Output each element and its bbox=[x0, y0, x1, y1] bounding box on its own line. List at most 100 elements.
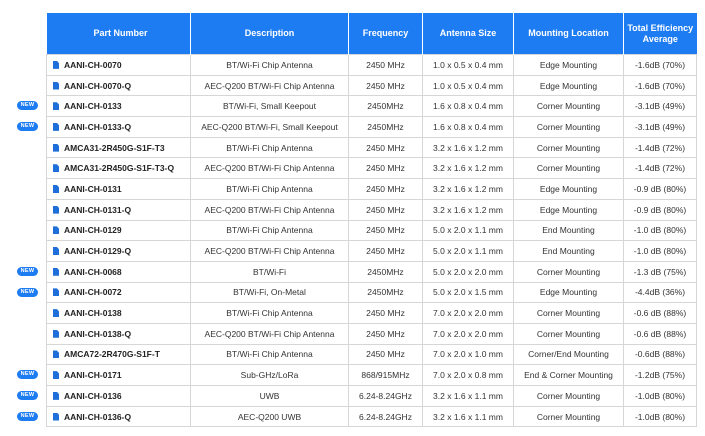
description-cell: AEC-Q200 BT/Wi-Fi, Small Keepout bbox=[190, 116, 349, 138]
mounting-location-cell: Edge Mounting bbox=[513, 281, 624, 304]
header-part-number: Part Number bbox=[46, 13, 191, 55]
antenna-size-cell: 3.2 x 1.6 x 1.2 mm bbox=[422, 157, 514, 180]
efficiency-cell: -3.1dB (49%) bbox=[623, 95, 697, 118]
part-number-cell[interactable]: AANI-CH-0138-Q bbox=[46, 322, 191, 345]
frequency-cell: 2450 MHz bbox=[348, 322, 423, 345]
antenna-size-cell: 5.0 x 2.0 x 1.1 mm bbox=[422, 219, 514, 242]
page: NEW NEW NEW NEW NEW NEW NEW Part Number Descri… bbox=[0, 0, 705, 436]
datasheet-icon[interactable] bbox=[53, 309, 59, 318]
efficiency-cell: -3.1dB (49%) bbox=[623, 116, 697, 138]
frequency-cell: 2450 MHz bbox=[348, 178, 423, 200]
datasheet-icon[interactable] bbox=[53, 350, 59, 359]
part-number-link[interactable]: AANI-CH-0072 bbox=[64, 287, 122, 297]
part-number-cell[interactable]: AANI-CH-0133-Q bbox=[46, 116, 191, 138]
datasheet-icon[interactable] bbox=[53, 205, 59, 214]
new-badge: NEW bbox=[17, 287, 38, 297]
datasheet-icon[interactable] bbox=[53, 122, 59, 131]
part-number-link[interactable]: AANI-CH-0131 bbox=[64, 184, 122, 194]
frequency-cell: 2450 MHz bbox=[348, 157, 423, 180]
header-antenna-size: Antenna Size bbox=[422, 13, 514, 55]
table-row: AANI-CH-0138-Q AEC-Q200 BT/Wi-Fi Chip Ant… bbox=[46, 322, 697, 345]
part-number-link[interactable]: AMCA72-2R470G-S1F-T bbox=[64, 349, 160, 359]
datasheet-icon[interactable] bbox=[53, 391, 59, 400]
frequency-cell: 2450MHz bbox=[348, 95, 423, 118]
antenna-size-cell: 5.0 x 2.0 x 1.1 mm bbox=[422, 240, 514, 262]
part-number-cell[interactable]: AANI-CH-0129-Q bbox=[46, 240, 191, 262]
efficiency-cell: -0.9 dB (80%) bbox=[623, 198, 697, 221]
part-number-cell[interactable]: AMCA31-2R450G-S1F-T3 bbox=[46, 136, 191, 159]
efficiency-cell: -1.6dB (70%) bbox=[623, 54, 697, 76]
part-number-link[interactable]: AMCA31-2R450G-S1F-T3-Q bbox=[64, 163, 174, 173]
table-row: AMCA72-2R470G-S1F-T BT/Wi-Fi Chip Antenna… bbox=[46, 343, 697, 366]
mounting-location-cell: Edge Mounting bbox=[513, 178, 624, 200]
part-number-cell[interactable]: AANI-CH-0070 bbox=[46, 54, 191, 76]
part-number-cell[interactable]: AANI-CH-0131 bbox=[46, 178, 191, 200]
datasheet-icon[interactable] bbox=[53, 412, 59, 421]
part-number-cell[interactable]: AANI-CH-0136 bbox=[46, 385, 191, 407]
antenna-table: Part Number Description Frequency Antenn… bbox=[46, 13, 697, 428]
part-number-link[interactable]: AANI-CH-0070-Q bbox=[64, 81, 131, 91]
efficiency-cell: -1.0 dB (80%) bbox=[623, 219, 697, 242]
part-number-cell[interactable]: AANI-CH-0070-Q bbox=[46, 74, 191, 97]
datasheet-icon[interactable] bbox=[53, 288, 59, 297]
datasheet-icon[interactable] bbox=[53, 247, 59, 256]
table-header: Part Number Description Frequency Antenn… bbox=[46, 13, 697, 55]
datasheet-icon[interactable] bbox=[53, 143, 59, 152]
part-number-link[interactable]: AANI-CH-0068 bbox=[64, 267, 122, 277]
part-number-link[interactable]: AANI-CH-0070 bbox=[64, 60, 122, 70]
description-cell: BT/Wi-Fi Chip Antenna bbox=[190, 54, 349, 76]
datasheet-icon[interactable] bbox=[53, 164, 59, 173]
part-number-link[interactable]: AANI-CH-0171 bbox=[64, 370, 122, 380]
table-row: AANI-CH-0138 BT/Wi-Fi Chip Antenna 2450 MH… bbox=[46, 302, 697, 324]
part-number-link[interactable]: AMCA31-2R450G-S1F-T3 bbox=[64, 143, 165, 153]
part-number-cell[interactable]: AMCA31-2R450G-S1F-T3-Q bbox=[46, 157, 191, 180]
part-number-link[interactable]: AANI-CH-0133-Q bbox=[64, 122, 131, 132]
part-number-cell[interactable]: AANI-CH-0068 bbox=[46, 260, 191, 283]
part-number-link[interactable]: AANI-CH-0133 bbox=[64, 101, 122, 111]
description-cell: BT/Wi-Fi, Small Keepout bbox=[190, 95, 349, 118]
mounting-location-cell: End Mounting bbox=[513, 240, 624, 262]
table-row: AANI-CH-0136 UWB 6.24-8.24GHz 3.2 x 1.6 x 1… bbox=[46, 385, 697, 407]
part-number-link[interactable]: AANI-CH-0136 bbox=[64, 391, 122, 401]
mounting-location-cell: Corner Mounting bbox=[513, 157, 624, 180]
table-row: AMCA31-2R450G-S1F-T3 BT/Wi-Fi Chip Antenn… bbox=[46, 136, 697, 159]
datasheet-icon[interactable] bbox=[53, 226, 59, 235]
efficiency-cell: -1.4dB (72%) bbox=[623, 136, 697, 159]
mounting-location-cell: Corner Mounting bbox=[513, 302, 624, 324]
part-number-link[interactable]: AANI-CH-0138-Q bbox=[64, 329, 131, 339]
part-number-cell[interactable]: AANI-CH-0072 bbox=[46, 281, 191, 304]
part-number-cell[interactable]: AANI-CH-0171 bbox=[46, 364, 191, 386]
efficiency-cell: -0.6 dB (88%) bbox=[623, 322, 697, 345]
new-badge: NEW bbox=[17, 101, 38, 111]
datasheet-icon[interactable] bbox=[53, 267, 59, 276]
part-number-link[interactable]: AANI-CH-0136-Q bbox=[64, 412, 131, 422]
datasheet-icon[interactable] bbox=[53, 60, 59, 69]
antenna-size-cell: 3.2 x 1.6 x 1.2 mm bbox=[422, 178, 514, 200]
mounting-location-cell: Edge Mounting bbox=[513, 54, 624, 76]
antenna-size-cell: 3.2 x 1.6 x 1.1 mm bbox=[422, 405, 514, 428]
efficiency-cell: -0.9 dB (80%) bbox=[623, 178, 697, 200]
part-number-link[interactable]: AANI-CH-0131-Q bbox=[64, 205, 131, 215]
part-number-link[interactable]: AANI-CH-0138 bbox=[64, 308, 122, 318]
part-number-cell[interactable]: AANI-CH-0136-Q bbox=[46, 405, 191, 428]
table-row: AANI-CH-0171 Sub-GHz/LoRa 868/915MHz 7.0 x … bbox=[46, 364, 697, 386]
datasheet-icon[interactable] bbox=[53, 371, 59, 380]
frequency-cell: 868/915MHz bbox=[348, 364, 423, 386]
description-cell: BT/Wi-Fi bbox=[190, 260, 349, 283]
antenna-size-cell: 3.2 x 1.6 x 1.1 mm bbox=[422, 385, 514, 407]
mounting-location-cell: Corner/End Mounting bbox=[513, 343, 624, 366]
part-number-cell[interactable]: AANI-CH-0133 bbox=[46, 95, 191, 118]
datasheet-icon[interactable] bbox=[53, 81, 59, 90]
part-number-link[interactable]: AANI-CH-0129 bbox=[64, 225, 122, 235]
part-number-cell[interactable]: AANI-CH-0131-Q bbox=[46, 198, 191, 221]
datasheet-icon[interactable] bbox=[53, 329, 59, 338]
table-row: AANI-CH-0070-Q AEC-Q200 BT/Wi-Fi Chip Ant… bbox=[46, 74, 697, 97]
part-number-cell[interactable]: AMCA72-2R470G-S1F-T bbox=[46, 343, 191, 366]
antenna-size-cell: 7.0 x 2.0 x 2.0 mm bbox=[422, 322, 514, 345]
part-number-cell[interactable]: AANI-CH-0129 bbox=[46, 219, 191, 242]
datasheet-icon[interactable] bbox=[53, 184, 59, 193]
part-number-cell[interactable]: AANI-CH-0138 bbox=[46, 302, 191, 324]
mounting-location-cell: Corner Mounting bbox=[513, 136, 624, 159]
datasheet-icon[interactable] bbox=[53, 102, 59, 111]
part-number-link[interactable]: AANI-CH-0129-Q bbox=[64, 246, 131, 256]
